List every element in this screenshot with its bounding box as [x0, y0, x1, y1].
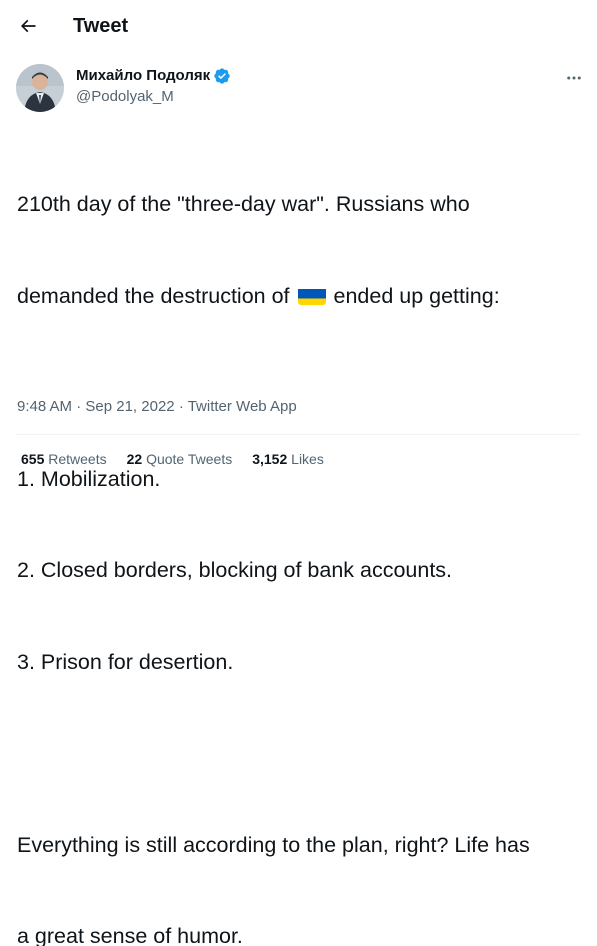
- retweets-stat[interactable]: 655 Retweets: [21, 450, 107, 468]
- quote-tweets-count: 22: [126, 451, 143, 467]
- tweet-list-item: 1. Mobilization.: [17, 466, 161, 491]
- likes-label: Likes: [291, 451, 324, 467]
- tweet-line-segment: demanded the destruction of: [17, 283, 290, 308]
- likes-stat[interactable]: 3,152 Likes: [252, 450, 324, 468]
- tweet-line-segment: ended up getting:: [333, 283, 500, 308]
- tweet-source[interactable]: Twitter Web App: [188, 398, 297, 415]
- verified-badge-icon: [214, 68, 230, 84]
- tweet-line: Everything is still according to the pla…: [17, 832, 530, 857]
- quote-tweets-label: Quote Tweets: [146, 451, 233, 467]
- tweet-stats: 655 Retweets 22 Quote Tweets 3,152 Likes: [21, 450, 344, 468]
- retweets-label: Retweets: [48, 451, 107, 467]
- more-horizontal-icon: [567, 76, 581, 80]
- more-options-button[interactable]: [560, 64, 588, 92]
- likes-count: 3,152: [252, 451, 288, 467]
- author-name-row: Михайло Подоляк: [76, 66, 231, 86]
- tweet-line: 210th day of the "three-day war". Russia…: [17, 192, 470, 216]
- quote-tweets-stat[interactable]: 22 Quote Tweets: [127, 450, 233, 468]
- tweet-list-item: 3. Prison for desertion.: [17, 649, 234, 674]
- page-title: Tweet: [73, 15, 129, 37]
- meta-separator: ·: [178, 398, 184, 415]
- avatar-image: [16, 64, 64, 112]
- tweet-meta: 9:48 AM · Sep 21, 2022 · Twitter Web App: [17, 397, 297, 417]
- tweet-text: 210th day of the "three-day war". Russia…: [17, 128, 582, 946]
- divider: [16, 434, 581, 435]
- meta-separator: ·: [76, 398, 82, 415]
- page-header: Tweet: [0, 0, 597, 52]
- author-handle[interactable]: @Podolyak_M: [76, 87, 174, 107]
- arrow-left-icon: [20, 19, 36, 33]
- tweet-time[interactable]: 9:48 AM: [17, 398, 72, 415]
- author-name[interactable]: Михайло Подоляк: [76, 66, 210, 86]
- back-button[interactable]: [12, 10, 44, 42]
- ukraine-flag-icon: [297, 286, 326, 305]
- tweet-line: a great sense of humor.: [17, 924, 243, 946]
- avatar[interactable]: [16, 64, 64, 112]
- tweet-line: demanded the destruction of ended up get…: [17, 281, 582, 312]
- retweets-count: 655: [21, 451, 45, 467]
- tweet-list-item: 2. Closed borders, blocking of bank acco…: [17, 558, 453, 582]
- tweet-date[interactable]: Sep 21, 2022: [85, 398, 174, 415]
